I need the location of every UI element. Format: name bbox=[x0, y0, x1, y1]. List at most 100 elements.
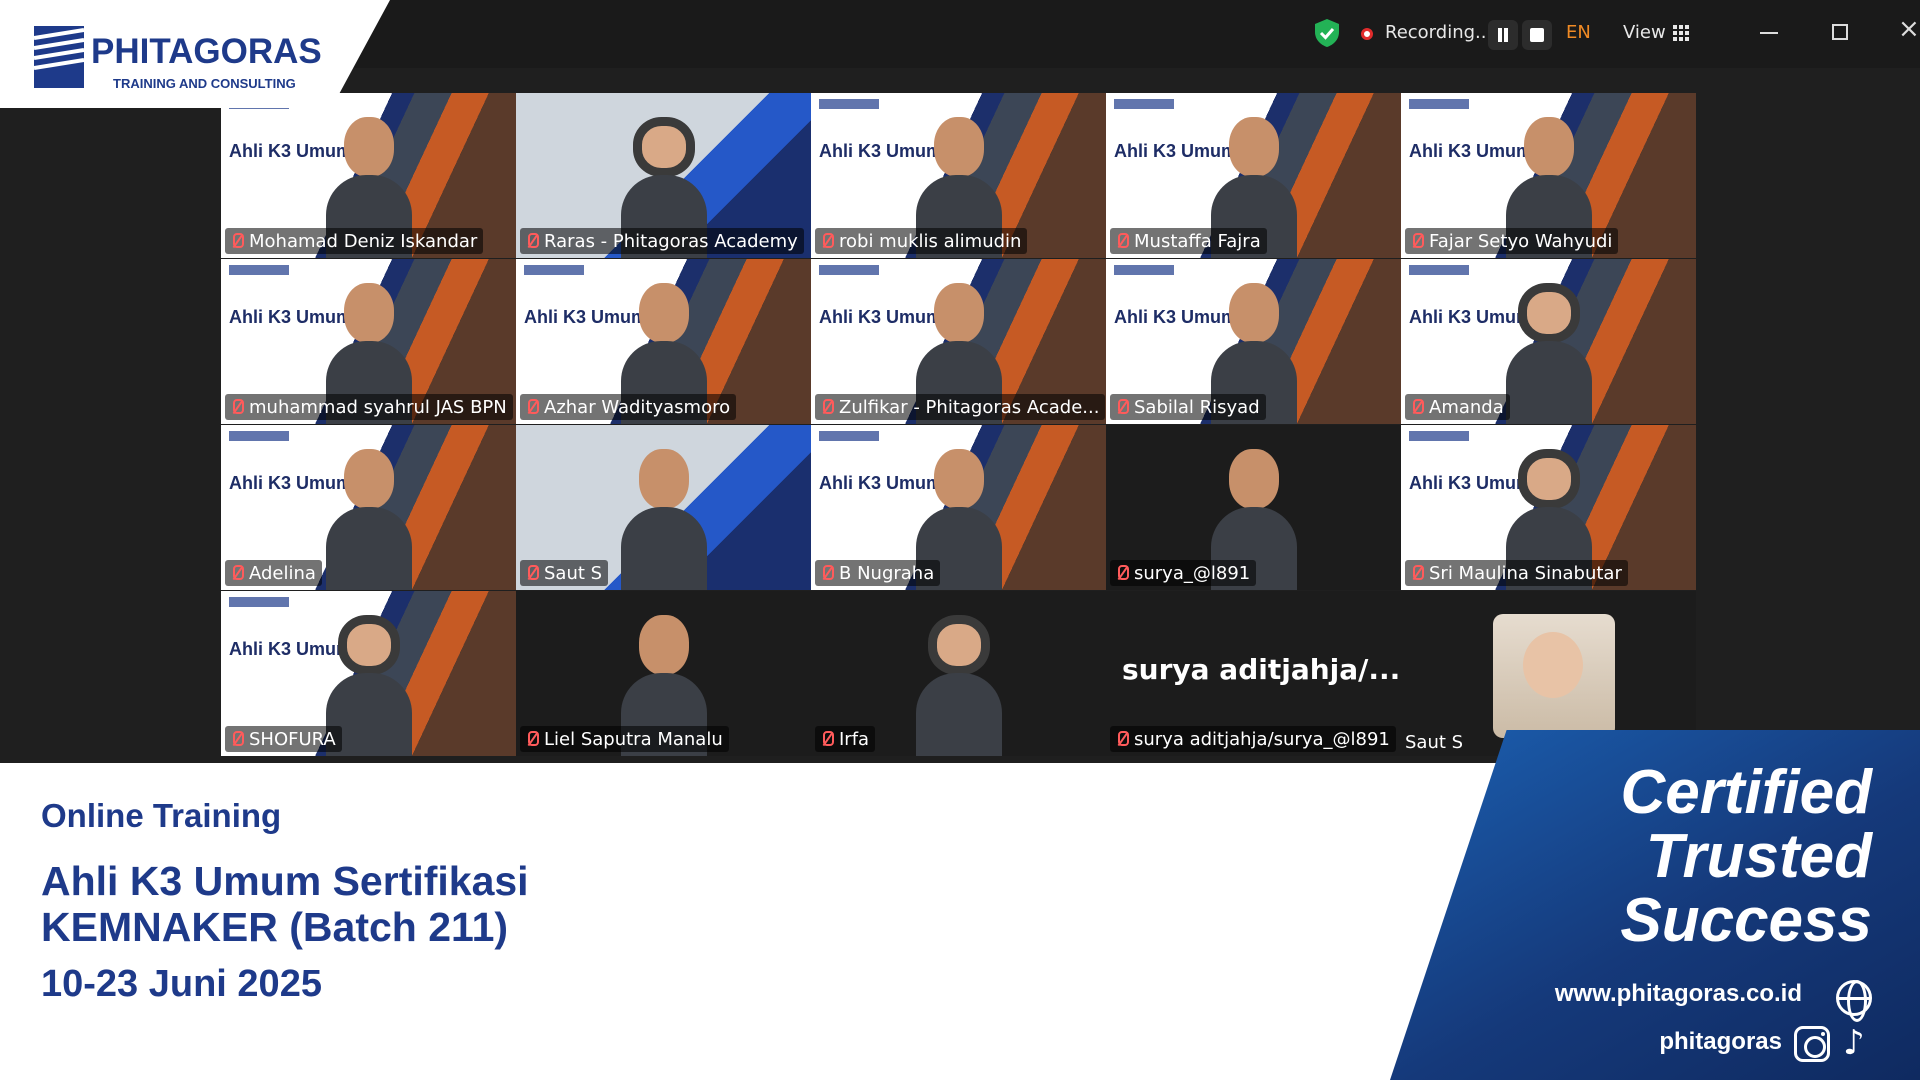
mic-muted-icon bbox=[1114, 398, 1129, 416]
participant-name-bar: Irfa bbox=[815, 726, 876, 752]
pause-recording-button[interactable] bbox=[1488, 20, 1518, 50]
phitagoras-logo: PHITAGORAS TRAINING AND CONSULTING bbox=[0, 0, 390, 108]
slide-logo bbox=[819, 431, 879, 441]
participant-tile[interactable]: Ahli K3 Umum Sri Maulina Sinabutar bbox=[1401, 425, 1696, 590]
participant-name-bar: muhammad syahrul JAS BPN bbox=[225, 394, 513, 420]
slide-logo bbox=[1409, 265, 1469, 275]
close-icon[interactable]: × bbox=[1898, 16, 1920, 42]
participant-tile[interactable]: Ahli K3 Umum Zulfikar - Phitagoras Acade.… bbox=[811, 259, 1106, 424]
participant-video bbox=[621, 449, 707, 590]
recording-indicator-icon bbox=[1361, 28, 1373, 40]
participant-name: Irfa bbox=[839, 728, 870, 750]
participant-tile[interactable]: Ahli K3 Umum Azhar Wadityasmoro bbox=[516, 259, 811, 424]
participant-tile[interactable]: Ahli K3 Umum Mustaffa Fajra bbox=[1106, 93, 1401, 258]
mic-muted-icon bbox=[229, 232, 244, 250]
participant-name-bar: Azhar Wadityasmoro bbox=[520, 394, 737, 420]
participant-tile[interactable]: Ahli K3 Umum Adelina bbox=[221, 425, 516, 590]
participant-name-overflow: Saut S bbox=[1405, 732, 1464, 753]
mic-muted-icon bbox=[819, 232, 834, 250]
participant-name-bar: Sabilal Risyad bbox=[1110, 394, 1266, 420]
participant-tile[interactable]: Ahli K3 Umum SHOFURA bbox=[221, 591, 516, 756]
participant-name: Raras - Phitagoras Academy bbox=[544, 230, 798, 252]
participant-tile[interactable]: Ahli K3 Umum B Nugraha bbox=[811, 425, 1106, 590]
participant-name-bar: B Nugraha bbox=[815, 560, 941, 586]
grid-view-icon[interactable] bbox=[1673, 25, 1689, 41]
mic-muted-icon bbox=[1114, 232, 1129, 250]
mic-muted-icon bbox=[1114, 564, 1129, 582]
slogan-trusted: Trusted bbox=[1645, 822, 1872, 891]
participant-video bbox=[326, 449, 412, 590]
participant-name: Fajar Setyo Wahyudi bbox=[1429, 230, 1613, 252]
instagram-icon bbox=[1794, 1026, 1830, 1062]
mic-muted-icon bbox=[1409, 232, 1424, 250]
participant-name: Mohamad Deniz Iskandar bbox=[249, 230, 478, 252]
slogan-success: Success bbox=[1620, 886, 1872, 955]
meeting-window: Recording... EN View × Ahli K3 Umum Moham… bbox=[0, 0, 1920, 763]
slide-logo bbox=[819, 265, 879, 275]
participant-name-bar: Liel Saputra Manalu bbox=[520, 726, 729, 752]
restore-window-icon[interactable] bbox=[1832, 24, 1848, 40]
participant-name: Azhar Wadityasmoro bbox=[544, 396, 731, 418]
minimize-icon[interactable] bbox=[1760, 32, 1778, 34]
participant-tile[interactable]: Ahli K3 Umum Mohamad Deniz Iskandar bbox=[221, 93, 516, 258]
tiktok-icon: ♪ bbox=[1843, 1023, 1865, 1063]
participant-name-bar: Sri Maulina Sinabutar bbox=[1405, 560, 1628, 586]
slide-logo bbox=[1409, 431, 1469, 441]
participant-name-bar: Mohamad Deniz Iskandar bbox=[225, 228, 484, 254]
participant-name-bar: surya_@l891 bbox=[1110, 560, 1257, 586]
participant-tile[interactable]: Ahli K3 Umum Amanda bbox=[1401, 259, 1696, 424]
mic-muted-icon bbox=[524, 730, 539, 748]
participant-tile[interactable]: Ahli K3 Umum muhammad syahrul JAS BPN bbox=[221, 259, 516, 424]
participant-name: Adelina bbox=[249, 562, 316, 584]
training-type: Online Training bbox=[41, 797, 282, 834]
social-handle: phitagoras bbox=[1659, 1028, 1782, 1055]
participant-name-bar: Mustaffa Fajra bbox=[1110, 228, 1267, 254]
mic-muted-icon bbox=[524, 564, 539, 582]
logo-name: PHITAGORAS bbox=[91, 32, 322, 71]
participant-video bbox=[916, 615, 1002, 756]
participant-name-bar: robi muklis alimudin bbox=[815, 228, 1028, 254]
participant-tile[interactable]: surya_@l891 bbox=[1106, 425, 1401, 590]
participant-tile[interactable]: Saut S bbox=[516, 425, 811, 590]
participant-tile[interactable]: Irfa bbox=[811, 591, 1106, 756]
participant-tile[interactable]: Liel Saputra Manalu bbox=[516, 591, 811, 756]
slide-logo bbox=[1114, 99, 1174, 109]
participant-tile[interactable]: Ahli K3 Umum robi muklis alimudin bbox=[811, 93, 1106, 258]
participant-avatar-photo bbox=[1493, 614, 1615, 738]
participant-name: surya_@l891 bbox=[1134, 562, 1251, 584]
participant-name: muhammad syahrul JAS BPN bbox=[249, 396, 507, 418]
participant-name-bar: surya aditjahja/surya_@l891 bbox=[1110, 726, 1396, 752]
participant-name-bar: Zulfikar - Phitagoras Acade... bbox=[815, 394, 1106, 420]
video-gallery: Ahli K3 Umum Mohamad Deniz Iskandar Raras … bbox=[221, 93, 1701, 759]
view-button[interactable]: View bbox=[1623, 22, 1666, 43]
mic-muted-icon bbox=[1409, 564, 1424, 582]
slide-logo bbox=[229, 265, 289, 275]
participant-name-bar: Amanda bbox=[1405, 394, 1510, 420]
participant-name: Mustaffa Fajra bbox=[1134, 230, 1261, 252]
stop-recording-button[interactable] bbox=[1522, 20, 1552, 50]
participant-name: B Nugraha bbox=[839, 562, 935, 584]
participant-tile[interactable]: Ahli K3 Umum Fajar Setyo Wahyudi bbox=[1401, 93, 1696, 258]
encryption-shield-icon[interactable] bbox=[1313, 18, 1341, 48]
website-url: www.phitagoras.co.id bbox=[1554, 980, 1802, 1007]
participant-name: Sabilal Risyad bbox=[1134, 396, 1260, 418]
globe-icon bbox=[1836, 980, 1872, 1022]
slogan-certified: Certified bbox=[1620, 758, 1872, 827]
participant-name: Saut S bbox=[544, 562, 603, 584]
participant-tile[interactable]: Ahli K3 Umum Sabilal Risyad bbox=[1106, 259, 1401, 424]
participant-name-bar: Adelina bbox=[225, 560, 322, 586]
mic-muted-icon bbox=[229, 730, 244, 748]
mic-muted-icon bbox=[524, 398, 539, 416]
language-button[interactable]: EN bbox=[1566, 22, 1591, 43]
participant-tile[interactable]: Raras - Phitagoras Academy bbox=[516, 93, 811, 258]
phitagoras-logo-icon bbox=[34, 26, 84, 88]
participant-name: Zulfikar - Phitagoras Acade... bbox=[839, 396, 1100, 418]
participant-name: Liel Saputra Manalu bbox=[544, 728, 723, 750]
recording-label: Recording... bbox=[1385, 22, 1493, 43]
participant-name-bar: Fajar Setyo Wahyudi bbox=[1405, 228, 1619, 254]
slide-logo bbox=[819, 99, 879, 109]
participant-name: surya aditjahja/surya_@l891 bbox=[1134, 728, 1390, 750]
participant-name-large: surya aditjahja/... bbox=[1122, 653, 1401, 686]
mic-muted-icon bbox=[229, 564, 244, 582]
mic-muted-icon bbox=[819, 730, 834, 748]
